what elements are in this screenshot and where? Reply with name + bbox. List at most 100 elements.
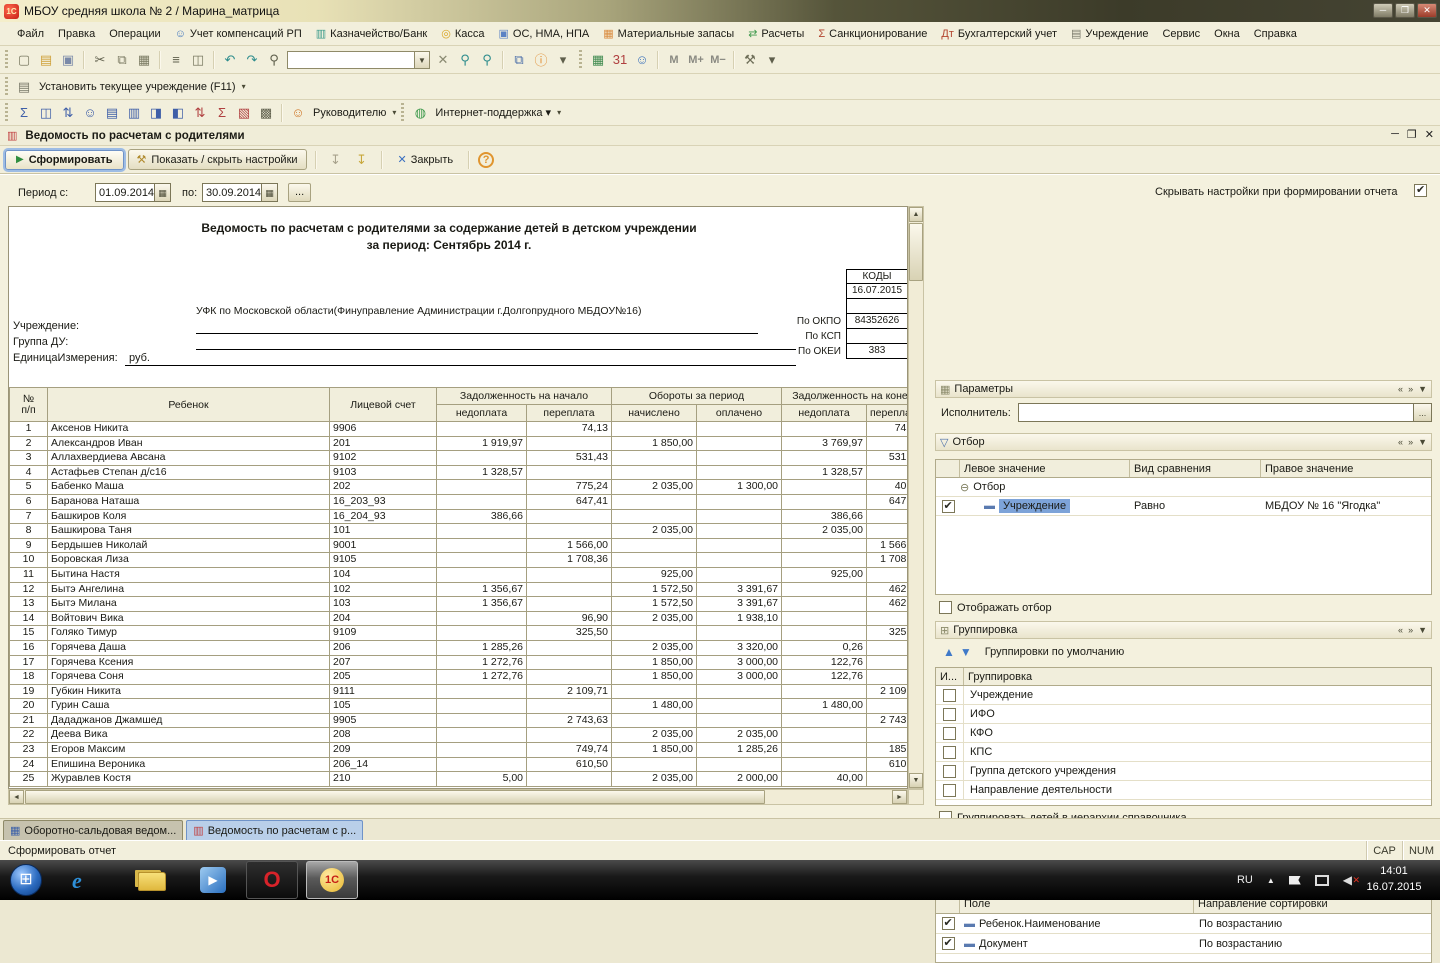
- horizontal-scroll-thumb[interactable]: [25, 790, 765, 804]
- set-current-org-button[interactable]: Установить текущее учреждение (F11): [39, 81, 236, 93]
- user-lock-icon[interactable]: ☺: [631, 49, 653, 71]
- collapse-right-icon[interactable]: »: [1408, 625, 1413, 635]
- move-down-icon[interactable]: ▼: [960, 645, 972, 659]
- show-filter-checkbox[interactable]: [939, 601, 952, 614]
- cut-icon[interactable]: ✂: [89, 49, 111, 71]
- tab-turnover-balance[interactable]: ▦ Оборотно-сальдовая ведом...: [3, 820, 183, 840]
- language-indicator[interactable]: RU: [1237, 874, 1253, 886]
- sorting-checkbox[interactable]: [942, 917, 955, 930]
- menu-item[interactable]: ⇄ Расчеты: [741, 24, 811, 43]
- postings-report-icon[interactable]: ▧: [233, 102, 255, 124]
- summary-postings-icon[interactable]: ◨: [145, 102, 167, 124]
- parameters-section-header[interactable]: ▦ Параметры «»▼: [935, 380, 1432, 398]
- search-icon[interactable]: ⚲: [263, 49, 285, 71]
- mdi-restore-button[interactable]: ❐: [1407, 128, 1417, 141]
- grouping-checkbox[interactable]: [943, 689, 956, 702]
- scroll-left-icon[interactable]: ◄: [9, 790, 24, 804]
- tree-collapse-icon[interactable]: ⊖: [960, 481, 969, 494]
- subconto-analysis-icon[interactable]: ☺: [79, 102, 101, 124]
- account-card-icon[interactable]: ◫: [35, 102, 57, 124]
- collapse-right-icon[interactable]: »: [1408, 437, 1413, 447]
- taskbar-clock[interactable]: 14:01 16.07.2015: [1354, 863, 1434, 895]
- report-t1-icon[interactable]: ◧: [167, 102, 189, 124]
- period-from-field[interactable]: 01.09.2014: [95, 183, 155, 202]
- calculator-icon[interactable]: ▦: [587, 49, 609, 71]
- calendar-picker-icon[interactable]: ▦: [155, 183, 171, 202]
- collapse-left-icon[interactable]: «: [1398, 384, 1403, 394]
- grouping-checkbox[interactable]: [943, 765, 956, 778]
- vertical-scrollbar[interactable]: ▲ ▼: [908, 206, 924, 789]
- toolbar-grip[interactable]: [399, 103, 406, 123]
- tools-icon[interactable]: ⚒: [739, 49, 761, 71]
- menu-item[interactable]: Σ Санкционирование: [811, 25, 934, 43]
- redo-icon[interactable]: ↷: [241, 49, 263, 71]
- report-t2-icon[interactable]: ⇅: [189, 102, 211, 124]
- find-previous-icon[interactable]: ⚲: [476, 49, 498, 71]
- volume-muted-icon[interactable]: ◀: [1343, 873, 1352, 887]
- account-analysis-icon[interactable]: ⇅: [57, 102, 79, 124]
- search-input[interactable]: [287, 51, 415, 69]
- collapse-section-icon[interactable]: ▼: [1418, 437, 1427, 447]
- tools-caret-icon[interactable]: ▾: [761, 49, 783, 71]
- menu-item[interactable]: Правка: [51, 25, 102, 43]
- collapse-left-icon[interactable]: «: [1398, 625, 1403, 635]
- period-more-button[interactable]: ...: [288, 183, 311, 202]
- internet-support-button[interactable]: Интернет-поддержка ▾: [435, 106, 551, 119]
- info-caret-icon[interactable]: ▾: [552, 49, 574, 71]
- undo-icon[interactable]: ↶: [219, 49, 241, 71]
- menu-item[interactable]: Сервис: [1155, 25, 1207, 43]
- grouping-row[interactable]: КФО: [936, 724, 1431, 743]
- grouping-section-header[interactable]: ⊞ Группировка «»▼: [935, 621, 1432, 639]
- chevron-down-icon[interactable]: ▾: [392, 108, 396, 117]
- paste-icon[interactable]: ▦: [133, 49, 155, 71]
- menu-item[interactable]: ▣ ОС, НМА, НПА: [491, 24, 596, 43]
- period-to-field[interactable]: 30.09.2014: [202, 183, 262, 202]
- default-groupings-button[interactable]: Группировки по умолчанию: [985, 646, 1124, 658]
- tray-expand-icon[interactable]: ▲: [1267, 876, 1275, 885]
- menu-item[interactable]: ▥ Казначейство/Банк: [309, 24, 434, 43]
- menu-item[interactable]: ▤ Учреждение: [1064, 24, 1155, 43]
- subconto-card-icon[interactable]: ▤: [101, 102, 123, 124]
- collapse-section-icon[interactable]: ▼: [1418, 384, 1427, 394]
- memory-plus-icon[interactable]: M+: [685, 49, 707, 71]
- grouping-checkbox[interactable]: [943, 708, 956, 721]
- internet-explorer-icon[interactable]: e: [72, 868, 82, 894]
- grouping-row[interactable]: Группа детского учреждения: [936, 762, 1431, 781]
- mdi-close-button[interactable]: ✕: [1425, 128, 1434, 141]
- manager-menu-button[interactable]: Руководителю: [313, 107, 386, 119]
- toolbar-grip[interactable]: [577, 50, 584, 70]
- menu-item[interactable]: Окна: [1207, 25, 1247, 43]
- find-next-icon[interactable]: ⚲: [454, 49, 476, 71]
- grouping-row[interactable]: Учреждение: [936, 686, 1431, 705]
- executor-field[interactable]: [1018, 403, 1414, 422]
- window-copy-icon[interactable]: ⧉: [508, 49, 530, 71]
- new-document-icon[interactable]: ▢: [13, 49, 35, 71]
- menu-item[interactable]: ▦ Материальные запасы: [596, 24, 741, 43]
- move-up-icon[interactable]: ▲: [943, 645, 955, 659]
- filter-group-row[interactable]: ⊖ Отбор: [936, 478, 1431, 497]
- executor-more-button[interactable]: ...: [1414, 403, 1432, 422]
- toolbar-grip[interactable]: [3, 103, 10, 123]
- sorting-row[interactable]: ▬ Документ По возрастанию: [936, 934, 1431, 954]
- start-button[interactable]: ⊞: [10, 864, 42, 896]
- filter-row[interactable]: ▬ Учреждение Равно МБДОУ № 16 "Ягодка": [936, 497, 1431, 516]
- vertical-scroll-thumb[interactable]: [909, 223, 923, 281]
- copy-icon[interactable]: ⧉: [111, 49, 133, 71]
- mdi-minimize-button[interactable]: ─: [1391, 128, 1399, 141]
- account-turnover-icon[interactable]: ▥: [123, 102, 145, 124]
- menu-item[interactable]: Операции: [102, 25, 167, 43]
- grouping-row[interactable]: Направление деятельности: [936, 781, 1431, 800]
- help-button[interactable]: ?: [478, 152, 494, 168]
- menu-item[interactable]: ☺ Учет компенсаций РП: [168, 25, 309, 43]
- menu-item[interactable]: Справка: [1247, 25, 1304, 43]
- clear-search-icon[interactable]: ✕: [432, 49, 454, 71]
- action-center-flag-icon[interactable]: [1289, 876, 1301, 885]
- sorting-checkbox[interactable]: [942, 937, 955, 950]
- media-player-icon[interactable]: ▶: [200, 867, 226, 893]
- file-explorer-icon[interactable]: [138, 872, 166, 891]
- toolbar-grip[interactable]: [3, 77, 10, 97]
- toolbar-grip[interactable]: [3, 50, 10, 70]
- network-icon[interactable]: [1315, 875, 1329, 886]
- search-dropdown-icon[interactable]: ▼: [415, 51, 430, 69]
- menu-item[interactable]: ◎ Касса: [434, 24, 491, 43]
